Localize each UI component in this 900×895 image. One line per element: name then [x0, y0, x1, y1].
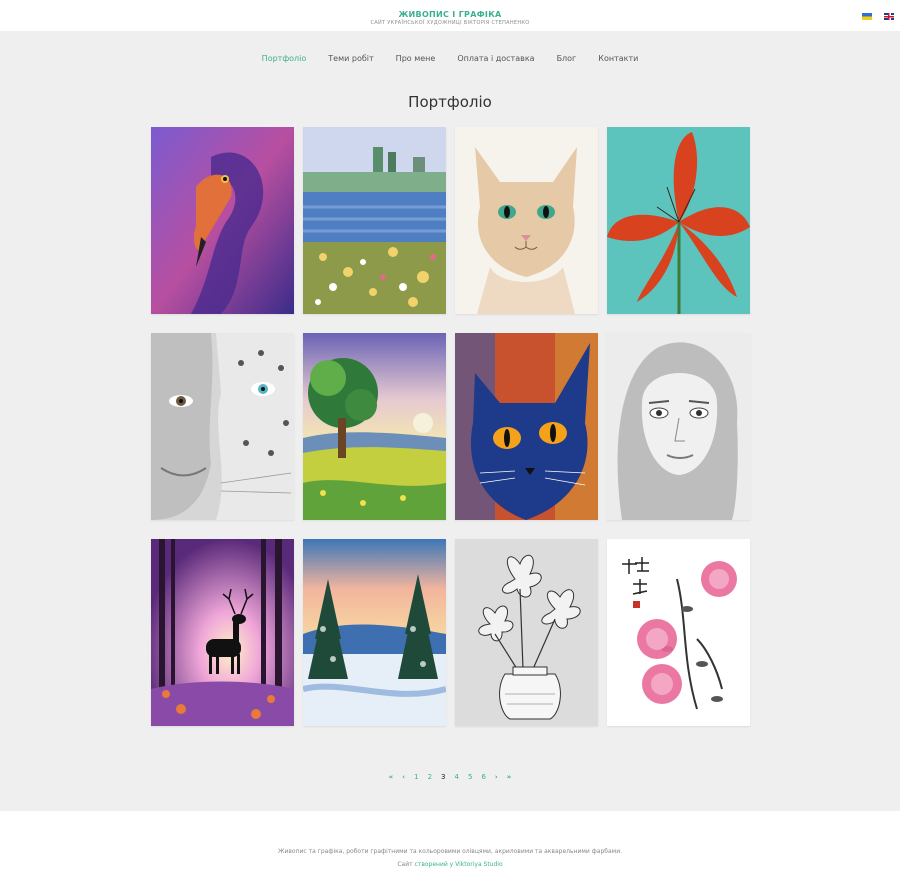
- pagination-page[interactable]: 4: [455, 773, 459, 781]
- site-footer: Живопис та графіка, роботи графітними та…: [0, 811, 900, 895]
- pagination-last[interactable]: »: [507, 773, 512, 781]
- footer-credit-prefix: Сайт: [397, 861, 415, 868]
- page-title: Портфоліо: [408, 93, 492, 111]
- uk-flag-icon[interactable]: [884, 13, 894, 20]
- pagination-page[interactable]: 5: [468, 773, 472, 781]
- artwork-deer-forest[interactable]: [151, 539, 294, 726]
- artwork-flamingo[interactable]: [151, 127, 294, 314]
- nav-item-themes[interactable]: Теми робіт: [328, 54, 373, 63]
- pagination-prev[interactable]: ‹: [402, 773, 405, 781]
- pagination-page[interactable]: 6: [481, 773, 485, 781]
- nav-item-about[interactable]: Про мене: [396, 54, 436, 63]
- pagination-current-page: 3: [441, 773, 446, 781]
- language-switcher: [862, 13, 894, 20]
- artwork-girl-portrait[interactable]: [607, 333, 750, 520]
- site-title[interactable]: ЖИВОПИС І ГРАФІКА: [0, 0, 900, 19]
- nav-item-portfolio[interactable]: Портфоліо: [262, 54, 307, 63]
- site-header: ЖИВОПИС І ГРАФІКА САЙТ УКРАЇНСЬКОЇ ХУДОЖ…: [0, 0, 900, 31]
- artwork-woman-leopard[interactable]: [151, 333, 294, 520]
- artwork-peony[interactable]: [607, 539, 750, 726]
- artwork-lake-flowers[interactable]: [303, 127, 446, 314]
- artwork-winter-forest[interactable]: [303, 539, 446, 726]
- pagination-page[interactable]: 1: [414, 773, 418, 781]
- artwork-flowers-vase[interactable]: [455, 539, 598, 726]
- artwork-blue-cat[interactable]: [455, 333, 598, 520]
- ukraine-flag-icon[interactable]: [862, 13, 872, 20]
- pagination-next[interactable]: ›: [495, 773, 498, 781]
- artwork-tree-landscape[interactable]: [303, 333, 446, 520]
- pagination-first[interactable]: «: [389, 773, 394, 781]
- footer-text: Живопис та графіка, роботи графітними та…: [278, 848, 622, 855]
- footer-credit-link[interactable]: створений у Viktoriya Studio: [415, 861, 503, 868]
- pagination-page[interactable]: 2: [428, 773, 432, 781]
- artwork-cat-pencil[interactable]: [455, 127, 598, 314]
- site-subtitle: САЙТ УКРАЇНСЬКОЇ ХУДОЖНИЦІ ВІКТОРІЯ СТЕП…: [370, 20, 530, 26]
- nav-item-payment-delivery[interactable]: Оплата і доставка: [457, 54, 534, 63]
- portfolio-grid: [151, 127, 751, 726]
- main-nav: Портфоліо Теми робіт Про мене Оплата і д…: [0, 31, 900, 63]
- main-content: Портфоліо Теми робіт Про мене Оплата і д…: [0, 31, 900, 811]
- nav-item-contacts[interactable]: Контакти: [598, 54, 638, 63]
- artwork-red-lily[interactable]: [607, 127, 750, 314]
- pagination: « ‹ 1 2 3 4 5 6 › »: [0, 773, 900, 781]
- nav-item-blog[interactable]: Блог: [557, 54, 577, 63]
- footer-credit: Сайт створений у Viktoriya Studio: [0, 861, 900, 868]
